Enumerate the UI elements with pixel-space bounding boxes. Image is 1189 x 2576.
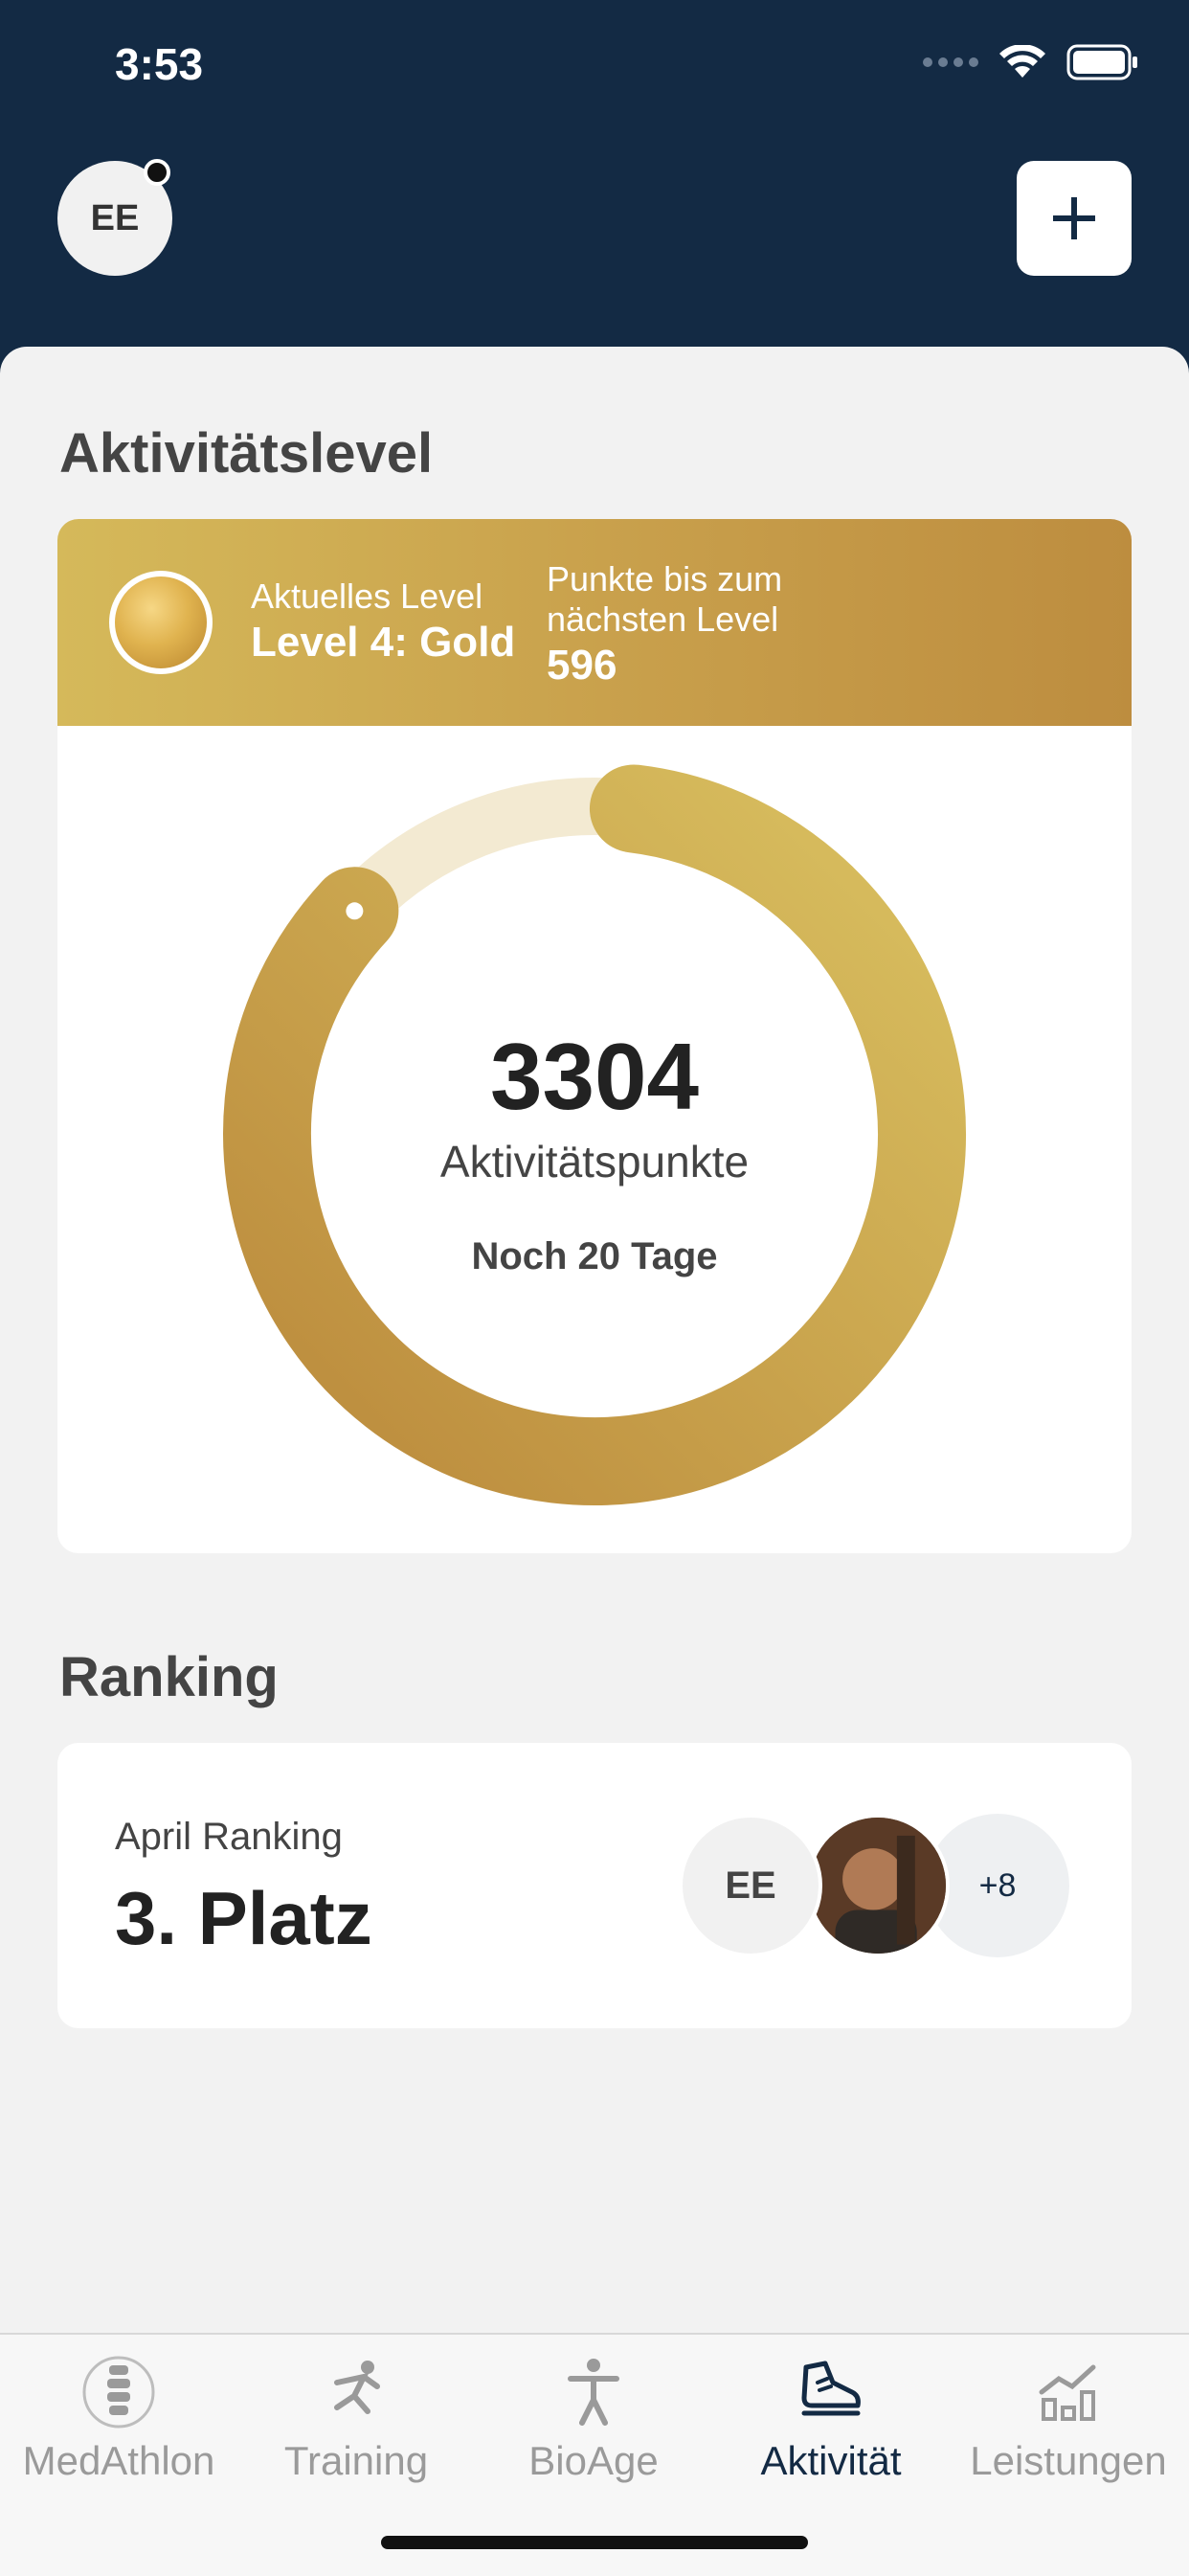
person-photo-icon xyxy=(810,1818,946,1954)
tab-label: BioAge xyxy=(528,2438,659,2483)
plus-icon xyxy=(1053,197,1095,239)
tab-aktivitaet[interactable]: Aktivität xyxy=(712,2335,950,2526)
cellular-signal-icon xyxy=(923,57,978,67)
spine-icon xyxy=(82,2356,155,2429)
participant-avatar-ee[interactable]: EE xyxy=(679,1814,822,1957)
points-to-next-label-line1: Punkte bis zum xyxy=(547,559,783,599)
wifi-icon xyxy=(999,45,1045,78)
days-remaining: Noch 20 Tage xyxy=(471,1235,718,1277)
app-header: 3:53 EE xyxy=(0,0,1189,402)
current-level-value: Level 4: Gold xyxy=(251,619,516,666)
points-to-next-label-line2: nächsten Level xyxy=(547,599,779,639)
chart-icon xyxy=(1039,2364,1096,2421)
ranking-card[interactable]: April Ranking 3. Platz +8 EE xyxy=(57,1743,1132,2028)
add-button[interactable] xyxy=(1017,161,1132,276)
ring-progress-marker xyxy=(346,902,364,920)
points-to-next-value: 596 xyxy=(547,642,617,689)
tab-training[interactable]: Training xyxy=(237,2335,475,2526)
level-banner: Aktuelles Level Level 4: Gold Punkte bis… xyxy=(57,519,1132,726)
activity-level-card[interactable]: Aktuelles Level Level 4: Gold Punkte bis… xyxy=(57,519,1132,1553)
battery-icon xyxy=(1066,44,1137,80)
ranking-section-title: Ranking xyxy=(59,1646,279,1708)
ranking-period-label: April Ranking xyxy=(115,1816,343,1858)
notification-badge xyxy=(144,159,170,186)
tab-label: MedAthlon xyxy=(22,2438,215,2483)
tab-label: Aktivität xyxy=(760,2438,902,2483)
tab-medathlon[interactable]: MedAthlon xyxy=(0,2335,237,2526)
tab-bioage[interactable]: BioAge xyxy=(475,2335,712,2526)
shoe-icon xyxy=(801,2361,861,2416)
current-level-label: Aktuelles Level xyxy=(251,576,483,616)
status-icons xyxy=(923,44,1139,80)
activity-section-title: Aktivitätslevel xyxy=(59,422,434,485)
tab-label: Training xyxy=(283,2438,429,2483)
tab-leistungen[interactable]: Leistungen xyxy=(950,2335,1187,2526)
ranking-place: 3. Platz xyxy=(115,1876,372,1960)
status-time: 3:53 xyxy=(115,39,204,89)
activity-points-value: 3304 xyxy=(489,1024,699,1129)
activity-points-label: Aktivitätspunkte xyxy=(439,1137,750,1186)
home-indicator xyxy=(381,2536,808,2549)
progress-ring: 3304 Aktivitätspunkte Noch 20 Tage xyxy=(57,726,1132,1553)
running-icon xyxy=(334,2361,380,2414)
participant-photo-avatar[interactable] xyxy=(806,1814,950,1957)
gold-medal-icon xyxy=(109,571,213,674)
person-icon xyxy=(568,2359,619,2426)
tab-label: Leistungen xyxy=(970,2438,1167,2483)
